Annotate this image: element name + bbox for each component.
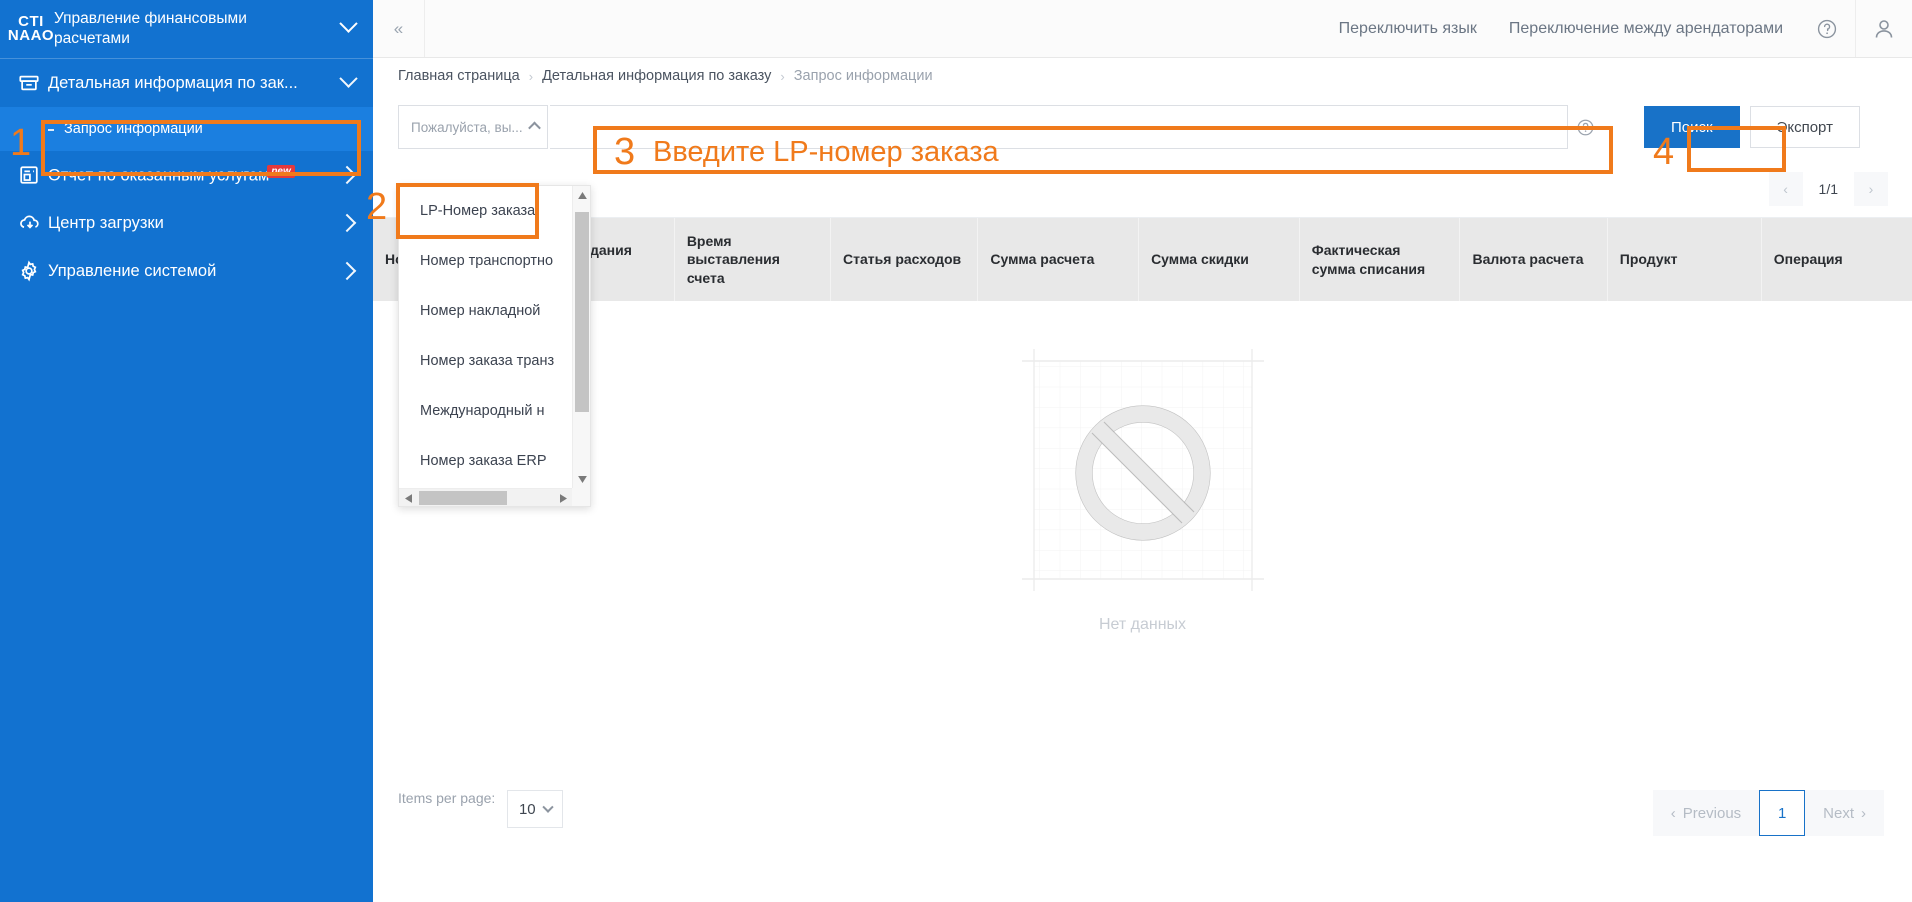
results-panel: ‹ 1/1 › Номер заказа Дата создания заказ…	[373, 160, 1912, 740]
breadcrumb-item-current: Запрос информации	[793, 68, 933, 84]
search-input[interactable]	[550, 105, 1568, 149]
pagination-controls: ‹ Previous 1 Next ›	[1652, 790, 1884, 836]
pagination-page-1-button[interactable]: 1	[1759, 790, 1806, 836]
dropdown-horizontal-scroll-thumb[interactable]	[419, 491, 507, 505]
table-header-cell[interactable]: Время выставления счета	[674, 218, 832, 302]
table-header-cell[interactable]: Сумма скидки	[1138, 218, 1300, 302]
dropdown-vertical-scrollbar[interactable]	[572, 186, 590, 488]
report-icon	[18, 164, 48, 186]
chevron-up-icon	[528, 120, 541, 135]
dropdown-option-erp-order-number[interactable]: Номер заказа ERP	[399, 436, 572, 486]
gear-icon	[18, 260, 48, 282]
items-per-page-value: 10	[518, 800, 536, 818]
sidebar-title-chevron-down-icon[interactable]	[335, 14, 361, 38]
results-table: Номер заказа Дата создания заказа Время …	[373, 218, 1912, 302]
filter-bar: Пожалуйста, вы... Поиск Экспорт	[373, 94, 1912, 160]
logo-line-2: NAAO	[7, 27, 55, 44]
top-pager: ‹ 1/1 ›	[373, 160, 1912, 218]
breadcrumb-separator: ›	[528, 68, 534, 84]
archive-icon	[18, 72, 48, 94]
export-button[interactable]: Экспорт	[1749, 106, 1860, 148]
search-button[interactable]: Поиск	[1644, 106, 1740, 148]
scroll-down-arrow-icon[interactable]	[573, 470, 591, 488]
bottom-pagination-bar: Items per page: 10 ‹ Previous 1 Next ›	[373, 740, 1912, 902]
table-header-cell[interactable]: Фактическая сумма списания	[1299, 218, 1461, 302]
table-header-cell[interactable]: Операция	[1761, 218, 1912, 302]
dropdown-option-list: LP-Номер заказа Номер транспортно Номер …	[399, 186, 572, 488]
dropdown-option-waybill-number[interactable]: Номер накладной	[399, 286, 572, 336]
app-logo: CTI NAAO	[8, 12, 54, 46]
search-field-select-placeholder: Пожалуйста, вы...	[411, 119, 523, 135]
pagination-next-button[interactable]: Next ›	[1805, 790, 1884, 836]
top-pager-next-chevron-right-icon[interactable]: ›	[1854, 171, 1888, 206]
sidebar-item-information-request[interactable]: Запрос информации	[0, 107, 373, 151]
chevron-right-icon	[337, 213, 359, 233]
scroll-left-arrow-icon[interactable]	[399, 489, 417, 507]
scroll-up-arrow-icon[interactable]	[573, 186, 591, 204]
table-header-cell[interactable]: Продукт	[1607, 218, 1762, 302]
items-per-page-select[interactable]: 10	[507, 790, 564, 828]
search-help-question-circle-icon[interactable]	[1568, 118, 1602, 137]
chevron-down-icon	[541, 801, 554, 818]
dropdown-option-transport-number[interactable]: Номер транспортно	[399, 236, 572, 286]
user-avatar-icon[interactable]	[1856, 0, 1912, 57]
empty-state-text: Нет данных	[1098, 616, 1187, 634]
breadcrumb: Главная страница › Детальная информация …	[373, 58, 1912, 94]
table-header-row: Номер заказа Дата создания заказа Время …	[373, 218, 1912, 302]
sidebar-title: Управление финансовыми расчетами	[54, 10, 247, 47]
empty-state: Нет данных	[373, 301, 1912, 679]
dropdown-option-international-number[interactable]: Международный н	[399, 386, 572, 436]
sidebar-item-label: Центр загрузки	[48, 213, 164, 232]
sidebar-item-label: Управление системой	[48, 261, 217, 280]
search-field-dropdown[interactable]: LP-Номер заказа Номер транспортно Номер …	[398, 185, 591, 507]
double-chevron-left-icon[interactable]: «	[373, 0, 425, 57]
sidebar-item-label: Отчет по оказанным услугам	[48, 166, 270, 185]
chevron-down-icon	[337, 68, 359, 93]
dropdown-horizontal-scrollbar[interactable]	[399, 488, 572, 506]
dropdown-scroll-corner	[572, 488, 590, 506]
top-pager-count: 1/1	[1818, 180, 1838, 197]
new-badge: new	[267, 164, 295, 178]
tenant-switch-button[interactable]: Переключение между арендаторами	[1493, 20, 1799, 38]
cloud-download-icon	[18, 212, 48, 234]
chevron-left-icon: ‹	[1670, 804, 1676, 822]
sidebar-item-download-center[interactable]: Центр загрузки	[0, 199, 373, 247]
breadcrumb-item-home[interactable]: Главная страница	[398, 68, 520, 84]
pagination-previous-button[interactable]: ‹ Previous	[1652, 790, 1760, 836]
dropdown-option-transit-order-number[interactable]: Номер заказа транз	[399, 336, 572, 386]
breadcrumb-item-order-details[interactable]: Детальная информация по заказу	[542, 68, 771, 84]
sidebar-subitem-label: Запрос информации	[64, 121, 203, 137]
chevron-right-icon	[337, 261, 359, 281]
question-circle-icon[interactable]	[1799, 0, 1855, 57]
sidebar: CTI NAAO Управление финансовыми расчетам…	[0, 0, 373, 902]
sidebar-item-system-management[interactable]: Управление системой	[0, 247, 373, 295]
pagination-next-label: Next	[1823, 804, 1854, 822]
pagination-previous-label: Previous	[1682, 804, 1742, 822]
sidebar-item-label: Детальная информация по зак...	[48, 73, 298, 92]
sidebar-brand[interactable]: CTI NAAO Управление финансовыми расчетам…	[0, 0, 373, 58]
sidebar-item-order-details[interactable]: Детальная информация по зак...	[0, 59, 373, 107]
top-pager-prev-chevron-left-icon[interactable]: ‹	[1768, 171, 1803, 206]
items-per-page-label: Items per page:	[398, 790, 496, 806]
table-header-cell[interactable]: Валюта расчета	[1459, 218, 1608, 302]
sidebar-item-services-report[interactable]: Отчет по оказанным услугам new	[0, 151, 373, 199]
search-field-select[interactable]: Пожалуйста, вы...	[398, 105, 548, 149]
table-header-cell[interactable]: Сумма расчета	[977, 218, 1140, 302]
no-data-icon	[1021, 349, 1264, 592]
chevron-right-icon	[337, 165, 359, 185]
scroll-right-arrow-icon[interactable]	[554, 489, 572, 507]
dropdown-option-lp-order-number[interactable]: LP-Номер заказа	[399, 186, 572, 236]
top-bar: « Переключить язык Переключение между ар…	[373, 0, 1912, 58]
breadcrumb-separator: ›	[780, 68, 785, 84]
dropdown-vertical-scroll-thumb[interactable]	[575, 212, 589, 412]
app-root: CTI NAAO Управление финансовыми расчетам…	[0, 0, 1912, 902]
chevron-right-icon: ›	[1861, 804, 1866, 822]
table-header-cell[interactable]: Статья расходов	[830, 218, 979, 302]
language-switch-button[interactable]: Переключить язык	[1323, 20, 1493, 38]
